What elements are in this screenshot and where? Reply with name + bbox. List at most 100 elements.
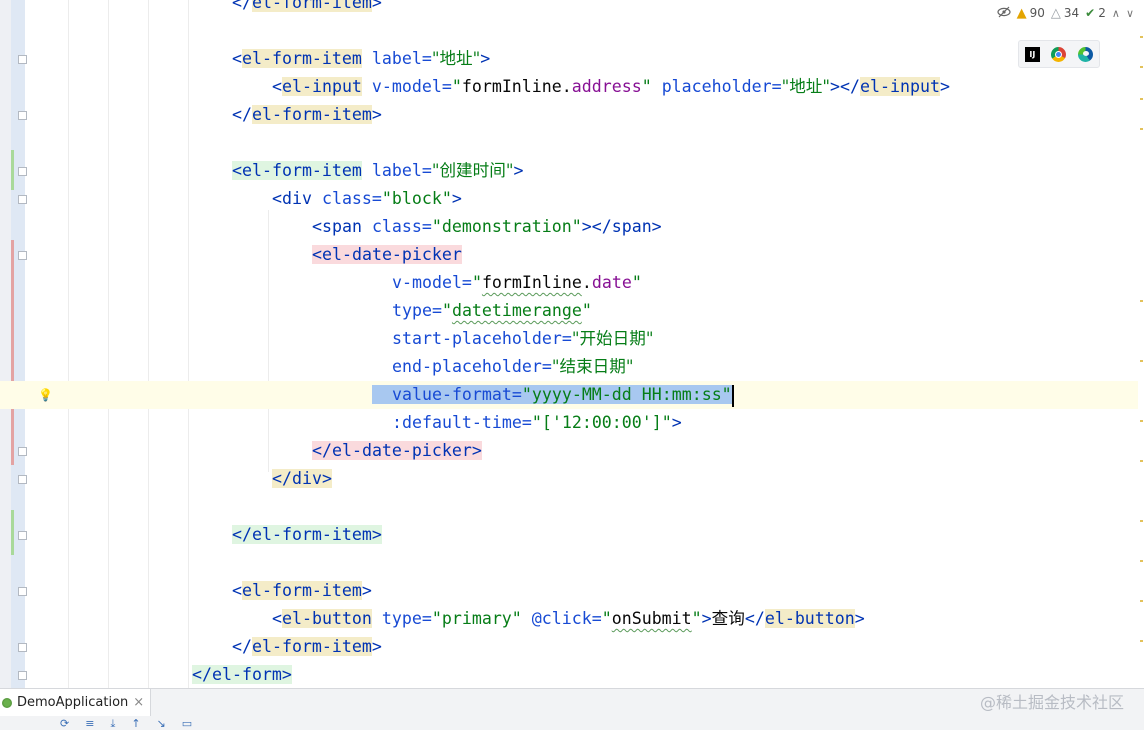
code-token: ": [441, 301, 452, 320]
code-token: v-model=: [392, 273, 472, 292]
code-token: </: [232, 525, 252, 544]
intellij-icon[interactable]: IJ: [1024, 46, 1040, 62]
error-stripe-mark[interactable]: [1140, 36, 1143, 38]
error-stripe-mark[interactable]: [1140, 360, 1143, 362]
close-icon[interactable]: ×: [133, 695, 144, 710]
error-stripe-mark[interactable]: [1140, 560, 1143, 562]
code-token: >: [371, 105, 382, 124]
code-token: </div>: [272, 469, 332, 488]
code-token: ": [471, 273, 482, 292]
toolbar-icon[interactable]: ↘: [157, 717, 166, 730]
code-line[interactable]: </el-form>: [0, 661, 1144, 688]
code-line[interactable]: <div class="block">: [0, 185, 1144, 213]
error-stripe-mark[interactable]: [1140, 128, 1143, 130]
code-line[interactable]: <el-form-item label="创建时间">: [0, 157, 1144, 185]
code-token: label=: [361, 49, 432, 68]
code-token: >: [281, 665, 292, 684]
code-token: <: [232, 161, 242, 180]
code-editor[interactable]: </el-form-item> <el-form-item label="地址"…: [0, 0, 1144, 688]
eye-crossed-icon[interactable]: [997, 6, 1011, 21]
inspection-widget[interactable]: ▲ 90 △ 34 ✔ 2 ∧ ∨: [996, 4, 1134, 22]
code-line[interactable]: v-model="formInline.date": [0, 269, 1144, 297]
code-token: ></: [830, 77, 861, 96]
code-line[interactable]: <el-input v-model="formInline.address" p…: [0, 73, 1144, 101]
code-token: ></span>: [581, 217, 662, 236]
browser-preview-popup: IJ: [1018, 40, 1100, 68]
code-line[interactable]: <el-button type="primary" @click="onSubm…: [0, 605, 1144, 633]
code-line[interactable]: <el-form-item label="地址">: [0, 45, 1144, 73]
code-token: "地址": [781, 77, 831, 96]
code-token: el-date-picker: [322, 245, 462, 264]
code-token: "block": [381, 189, 452, 208]
error-stripe-mark[interactable]: [1140, 66, 1143, 68]
code-token: el-input: [860, 77, 940, 96]
warning-icon: ▲: [1016, 5, 1027, 21]
code-token: date: [591, 273, 632, 292]
code-token: type=: [371, 609, 432, 628]
code-line[interactable]: </div>: [0, 465, 1144, 493]
code-line-current[interactable]: 💡 value-format="yyyy-MM-dd HH:mm:ss": [0, 381, 1144, 409]
code-token: >: [480, 49, 491, 68]
code-token: ": [451, 77, 462, 96]
error-stripe-mark[interactable]: [1140, 98, 1143, 100]
code-line[interactable]: <span class="demonstration"></span>: [0, 213, 1144, 241]
chrome-icon[interactable]: [1051, 46, 1067, 62]
weak-warning-icon: △: [1050, 5, 1061, 21]
code-line[interactable]: end-placeholder="结束日期": [0, 353, 1144, 381]
code-token: <div: [272, 189, 312, 208]
code-token: el-form-item: [242, 581, 362, 600]
typos-count[interactable]: ✔ 2: [1085, 6, 1106, 20]
code-line[interactable]: type="datetimerange": [0, 297, 1144, 325]
error-stripe-mark[interactable]: [1140, 460, 1143, 462]
chevron-down-icon[interactable]: ∨: [1126, 7, 1134, 20]
toolbar-icon[interactable]: ⟳: [60, 717, 69, 730]
code-line[interactable]: </el-form-item>: [0, 521, 1144, 549]
code-token: formInline: [461, 77, 562, 96]
code-token: >: [361, 581, 372, 600]
error-stripe-mark[interactable]: [1140, 520, 1143, 522]
code-line[interactable]: </el-date-picker>: [0, 437, 1144, 465]
chevron-up-icon[interactable]: ∧: [1112, 7, 1120, 20]
code-token: "yyyy-MM-dd HH:mm:ss": [521, 385, 732, 404]
error-stripe-mark[interactable]: [1140, 420, 1143, 422]
toolbar-icon[interactable]: ↑: [131, 717, 140, 730]
editor-scrollbar[interactable]: [1138, 0, 1144, 688]
code-token: el-form-item: [242, 49, 362, 68]
code-token: el-button: [764, 609, 855, 628]
run-tab-demoapplication[interactable]: DemoApplication ×: [0, 689, 152, 716]
code-token: >: [854, 609, 865, 628]
typos-count-label: 2: [1098, 6, 1106, 20]
bottom-tool-window: DemoApplication × @稀土掘金技术社区 ⟳ ≡ ⤓ ↑ ↘ ▭: [0, 688, 1144, 730]
code-token: el-form-item: [242, 161, 362, 180]
lightbulb-icon[interactable]: 💡: [38, 389, 53, 401]
code-line[interactable]: </el-form-item>: [0, 101, 1144, 129]
weak-warnings-count[interactable]: △ 34: [1051, 6, 1079, 21]
code-line[interactable]: </el-form-item>: [0, 0, 1144, 17]
code-token: el-form-item: [251, 0, 372, 12]
code-line[interactable]: <el-date-picker: [0, 241, 1144, 269]
code-token: class=: [311, 189, 382, 208]
error-stripe-mark[interactable]: [1140, 300, 1143, 302]
code-token: "创建时间": [431, 161, 514, 180]
code-token: </: [232, 0, 252, 12]
error-stripe-mark[interactable]: [1140, 640, 1143, 642]
toolbar-icon[interactable]: ⤓: [110, 717, 115, 730]
error-stripe-mark[interactable]: [1140, 600, 1143, 602]
code-line[interactable]: :default-time="['12:00:00']">: [0, 409, 1144, 437]
code-token: @click=: [521, 609, 602, 628]
code-token: :default-time=: [392, 413, 532, 432]
code-line[interactable]: </el-form-item>: [0, 633, 1144, 661]
code-token: >: [513, 161, 524, 180]
code-line[interactable]: start-placeholder="开始日期": [0, 325, 1144, 353]
toolbar-icon[interactable]: ▭: [182, 717, 192, 730]
warnings-count[interactable]: ▲ 90: [1017, 6, 1045, 21]
code-token: </: [744, 609, 765, 628]
code-token: </: [232, 637, 252, 656]
code-token: .: [561, 77, 572, 96]
code-line[interactable]: <el-form-item>: [0, 577, 1144, 605]
code-token: .: [581, 273, 592, 292]
edge-icon[interactable]: [1078, 46, 1094, 62]
code-token: formInline: [481, 273, 582, 292]
toolbar-icon[interactable]: ≡: [85, 717, 94, 730]
spring-boot-icon: [2, 697, 12, 708]
